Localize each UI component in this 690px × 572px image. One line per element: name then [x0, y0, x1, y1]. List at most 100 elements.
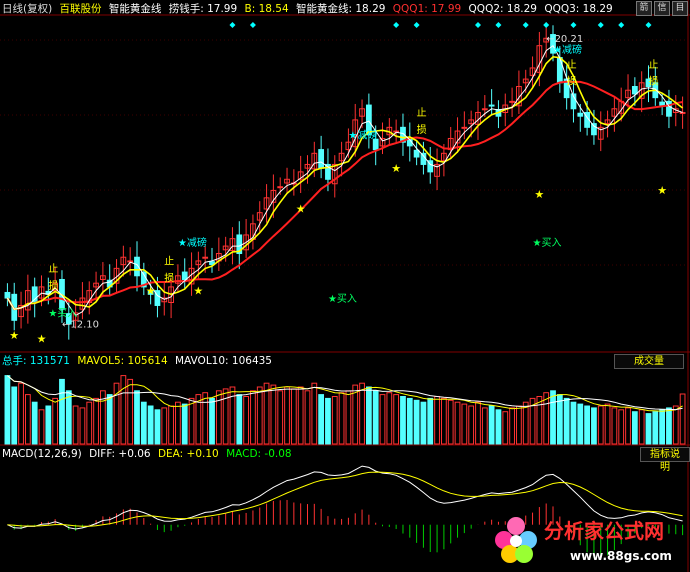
volume-header: 总手: 131571 MAVOL5: 105614 MAVOL10: 10643… — [2, 354, 276, 368]
volume-bar — [516, 405, 522, 445]
volume-bar — [679, 393, 686, 445]
volume-bar — [631, 411, 638, 445]
star-marker: ★ — [9, 329, 19, 342]
volume-bar — [372, 390, 379, 445]
candle-body — [659, 101, 666, 106]
volume-bar — [86, 401, 93, 445]
stop-loss-top: 止 — [648, 59, 658, 71]
volume-bar — [672, 405, 679, 445]
macd-dea: DEA: +0.10 — [157, 448, 219, 460]
volume-bar — [181, 403, 188, 445]
signal-dot — [495, 22, 502, 28]
volume-bar — [222, 388, 229, 445]
volume-bar — [625, 407, 631, 445]
volume-bar — [352, 384, 359, 445]
volume-bar — [441, 397, 447, 445]
volume-bar — [427, 397, 434, 445]
volume-bar — [120, 375, 127, 445]
volume-bar — [468, 405, 475, 445]
volume-bar — [318, 394, 325, 445]
volume-bar — [168, 405, 174, 445]
signal-dot — [570, 22, 577, 28]
indicator-name: 智能黄金线 — [108, 3, 162, 15]
volume-bar — [447, 399, 454, 445]
candle-body — [277, 186, 284, 189]
stop-loss-bottom: 损 — [164, 271, 174, 284]
volume-bar — [488, 405, 495, 445]
volume-bar — [311, 382, 318, 445]
candle-body — [481, 108, 488, 111]
volume-bar — [604, 403, 611, 445]
volume-bar — [250, 390, 256, 445]
candle-body — [461, 126, 468, 129]
star-marker: ★ — [391, 162, 401, 175]
volume-button[interactable]: 成交量 — [614, 354, 684, 369]
macd-header: MACD(12,26,9) DIFF: +0.06 DEA: +0.10 MAC… — [2, 447, 296, 461]
low-price-label: ←12.10 — [62, 320, 99, 331]
value-b: B: 18.54 — [244, 3, 289, 15]
volume-bar — [509, 407, 515, 445]
candle-body — [577, 112, 584, 117]
stop-loss-bottom: 损 — [417, 123, 427, 136]
stop-loss-bottom: 损 — [648, 75, 658, 88]
volume-bar — [270, 384, 277, 445]
volume-bar — [175, 401, 181, 445]
candle-body — [679, 111, 686, 114]
volume-bar — [106, 394, 113, 445]
signal-dot — [229, 22, 236, 28]
volume-bar — [65, 390, 72, 445]
star-marker: ★ — [657, 184, 667, 197]
vol-total: 总手: 131571 — [2, 355, 70, 367]
price-header: 日线(复权) 百联股份 智能黄金线 捞钱手: 17.99 B: 18.54 智能… — [2, 2, 617, 16]
volume-bar — [536, 396, 543, 445]
volume-bar — [393, 394, 400, 445]
arrow-button[interactable]: 箭 — [636, 1, 652, 16]
volume-bar — [413, 399, 420, 445]
volume-bar — [38, 409, 45, 445]
macd-value: MACD: -0.08 — [226, 448, 292, 460]
menu-button[interactable]: 目 — [672, 1, 688, 16]
volume-bar — [666, 407, 672, 445]
volume-bar — [338, 392, 345, 445]
volume-bar — [256, 386, 263, 445]
volume-bar — [263, 382, 270, 445]
stop-loss-top: 止 — [48, 263, 58, 275]
stop-loss-top: 止 — [164, 256, 174, 268]
candle-body — [413, 149, 420, 158]
value-qqq2: QQQ2: 18.29 — [468, 3, 537, 15]
volume-bar — [345, 390, 352, 445]
golden-line-yellow — [6, 55, 684, 311]
star-marker: ★ — [534, 188, 544, 201]
volume-bar — [556, 394, 563, 445]
volume-bar — [215, 390, 222, 445]
candle-body — [420, 152, 427, 165]
volume-bar — [475, 401, 481, 445]
reduce-signal: ★减磅 — [348, 128, 377, 141]
signal-dot — [413, 22, 420, 28]
volume-bar — [59, 378, 65, 445]
chart-canvas: ★ ★★ ★★★★ ★★买入★买入★买入★减磅★减磅★减磅止损止损止损止损止损←12.… — [0, 0, 690, 572]
buy-signal: ★买入 — [48, 308, 77, 320]
period-label: 日线(复权) — [2, 3, 53, 15]
volume-bar — [161, 407, 168, 445]
reduce-signal: ★减磅 — [553, 43, 582, 56]
value-lqs: 捞钱手: 17.99 — [168, 3, 238, 15]
info-button[interactable]: 信 — [654, 1, 670, 16]
volume-bar — [277, 390, 284, 445]
volume-bar — [659, 409, 666, 445]
signal-dot — [522, 22, 529, 28]
signal-dot — [597, 22, 604, 28]
candle-body — [556, 57, 563, 84]
volume-bar — [522, 401, 529, 445]
candle-body — [488, 104, 495, 107]
volume-bar — [188, 397, 195, 445]
indicator-help-button[interactable]: 指标说明 — [640, 447, 690, 473]
candle-body — [509, 100, 515, 103]
candle-body — [4, 291, 11, 299]
signal-dot — [618, 22, 625, 28]
stop-loss-bottom: 损 — [567, 75, 577, 88]
volume-bar — [638, 409, 645, 445]
watermark: 分析家公式网 www.88gs.com — [495, 517, 672, 563]
candle-body — [202, 256, 209, 259]
volume-bar — [406, 397, 413, 445]
